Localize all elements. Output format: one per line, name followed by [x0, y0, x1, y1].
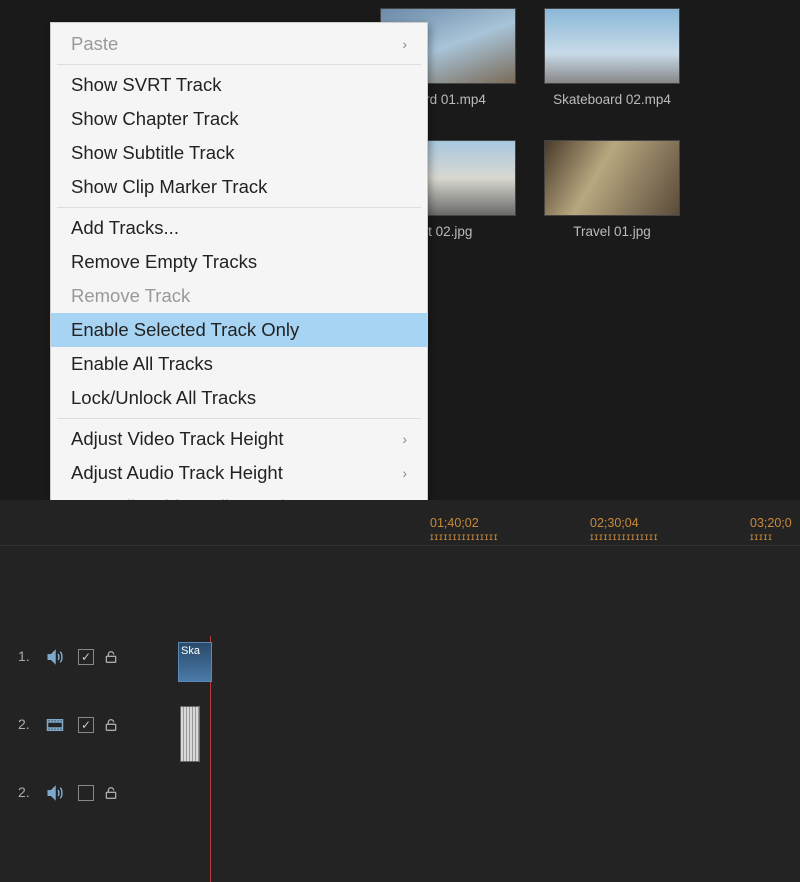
filmstrip-icon[interactable]: [44, 714, 66, 736]
track-row[interactable]: 1. ✓ Ska: [0, 638, 800, 706]
menu-item-enable-selected-track-only[interactable]: Enable Selected Track Only: [51, 313, 427, 347]
media-thumb[interactable]: Skateboard 02.mp4: [544, 8, 680, 107]
menu-item-lock-unlock-all-tracks[interactable]: Lock/Unlock All Tracks: [51, 381, 427, 415]
menu-item-label: Paste: [71, 33, 118, 55]
menu-item-remove-track: Remove Track: [51, 279, 427, 313]
time-ruler[interactable]: 01;40;02 ɪɪɪɪɪɪɪɪɪɪɪɪɪɪɪ 02;30;04 ɪɪɪɪɪɪ…: [0, 516, 800, 546]
menu-item-adjust-video-track-height[interactable]: Adjust Video Track Height ›: [51, 422, 427, 456]
media-thumb[interactable]: Travel 01.jpg: [544, 140, 680, 239]
chevron-right-icon: ›: [402, 431, 407, 447]
time-tick: 02;30;04 ɪɪɪɪɪɪɪɪɪɪɪɪɪɪɪ: [590, 516, 658, 543]
menu-item-label: Show Subtitle Track: [71, 142, 235, 164]
menu-item-label: Show Clip Marker Track: [71, 176, 267, 198]
menu-item-label: Show Chapter Track: [71, 108, 239, 130]
time-tick: 03;20;0 ɪɪɪɪɪ: [750, 516, 792, 543]
menu-item-show-svrt-track[interactable]: Show SVRT Track: [51, 68, 427, 102]
chevron-right-icon: ›: [402, 465, 407, 481]
menu-item-add-tracks[interactable]: Add Tracks...: [51, 211, 427, 245]
menu-item-label: Add Tracks...: [71, 217, 179, 239]
track-enable-checkbox[interactable]: [78, 785, 94, 801]
thumbnail-caption: Skateboard 02.mp4: [553, 92, 671, 107]
menu-item-label: Enable All Tracks: [71, 353, 213, 375]
menu-separator: [57, 418, 421, 419]
track-number: 2.: [18, 780, 44, 800]
menu-item-show-clip-marker-track[interactable]: Show Clip Marker Track: [51, 170, 427, 204]
menu-item-adjust-audio-track-height[interactable]: Adjust Audio Track Height ›: [51, 456, 427, 490]
speaker-icon[interactable]: [44, 646, 66, 668]
menu-item-enable-all-tracks[interactable]: Enable All Tracks: [51, 347, 427, 381]
lock-icon[interactable]: [100, 646, 122, 668]
menu-item-label: Remove Track: [71, 285, 190, 307]
timeline-area: 01;40;02 ɪɪɪɪɪɪɪɪɪɪɪɪɪɪɪ 02;30;04 ɪɪɪɪɪɪ…: [0, 500, 800, 882]
time-tick: 01;40;02 ɪɪɪɪɪɪɪɪɪɪɪɪɪɪɪ: [430, 516, 498, 543]
menu-separator: [57, 207, 421, 208]
chevron-right-icon: ›: [402, 36, 407, 52]
menu-item-show-subtitle-track[interactable]: Show Subtitle Track: [51, 136, 427, 170]
menu-item-remove-empty-tracks[interactable]: Remove Empty Tracks: [51, 245, 427, 279]
track-enable-checkbox[interactable]: ✓: [78, 649, 94, 665]
thumbnail-caption: Travel 01.jpg: [573, 224, 651, 239]
menu-item-label: Show SVRT Track: [71, 74, 221, 96]
menu-item-label: Adjust Audio Track Height: [71, 462, 283, 484]
timeline-clip[interactable]: Ska: [178, 642, 212, 682]
menu-item-show-chapter-track[interactable]: Show Chapter Track: [51, 102, 427, 136]
menu-item-label: Lock/Unlock All Tracks: [71, 387, 256, 409]
track-number: 1.: [18, 644, 44, 664]
menu-item-label: Remove Empty Tracks: [71, 251, 257, 273]
track-number: 2.: [18, 712, 44, 732]
speaker-icon[interactable]: [44, 782, 66, 804]
menu-item-label: Adjust Video Track Height: [71, 428, 284, 450]
tracks-container: 1. ✓ Ska 2. ✓: [0, 638, 800, 842]
thumbnail-image: [544, 8, 680, 84]
thumbnail-image: [544, 140, 680, 216]
lock-icon[interactable]: [100, 714, 122, 736]
menu-item-label: Enable Selected Track Only: [71, 319, 299, 341]
menu-separator: [57, 64, 421, 65]
track-row[interactable]: 2.: [0, 774, 800, 842]
timeline-clip[interactable]: [180, 706, 200, 762]
thumbnail-caption: rt 02.jpg: [424, 224, 473, 239]
lock-icon[interactable]: [100, 782, 122, 804]
menu-item-paste: Paste ›: [51, 27, 427, 61]
track-row[interactable]: 2. ✓: [0, 706, 800, 774]
track-enable-checkbox[interactable]: ✓: [78, 717, 94, 733]
